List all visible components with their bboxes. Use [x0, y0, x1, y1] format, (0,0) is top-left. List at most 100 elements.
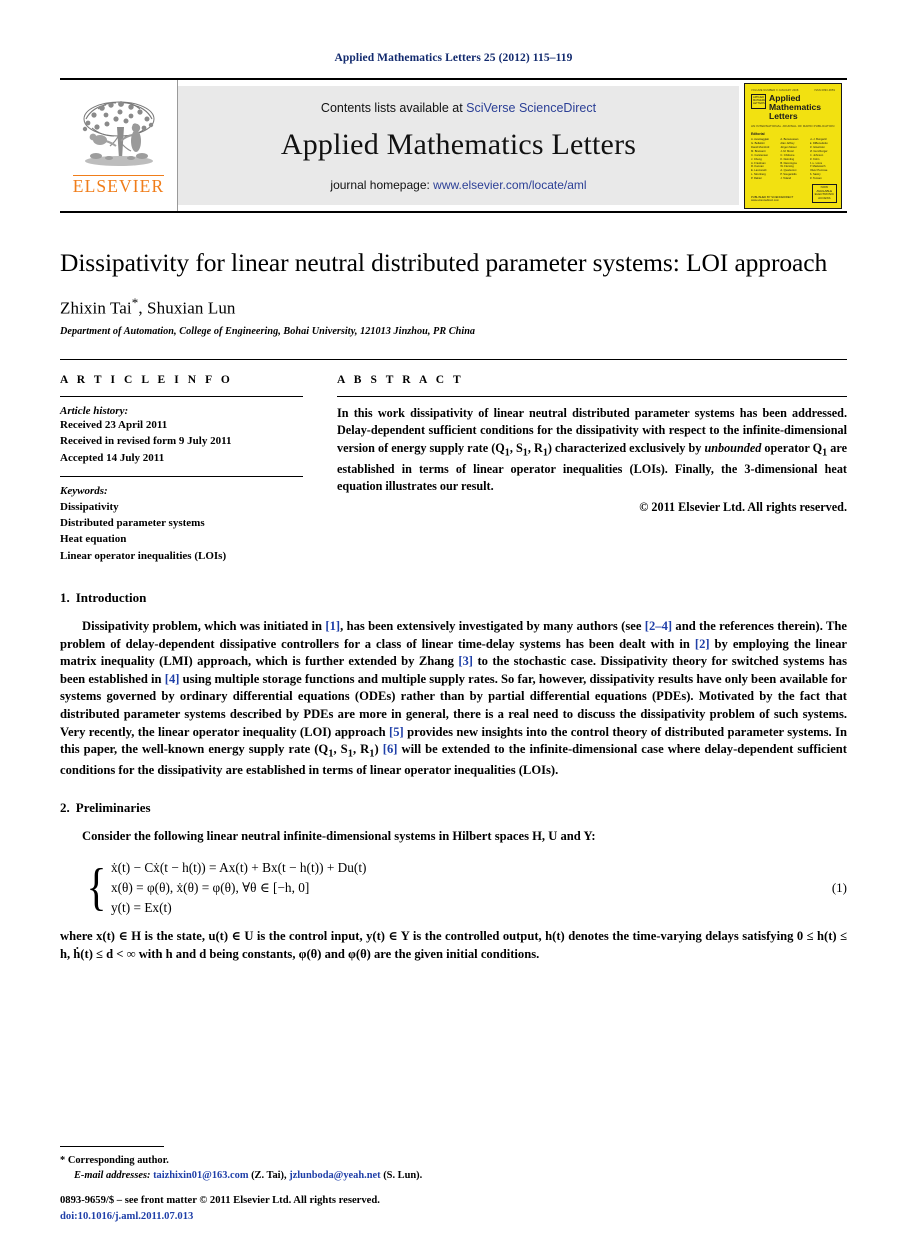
abstract-copyright: © 2011 Elsevier Ltd. All rights reserved…: [639, 499, 847, 514]
email-addresses-note: E-mail addresses: taizhixin01@163.com (Z…: [60, 1168, 580, 1184]
cover-journal-mark: APPLIED MATHEMATICS LETTERS: [751, 93, 766, 109]
cover-editor-name: P. Rabier: [751, 177, 762, 181]
keyword-item: Heat equation: [60, 533, 127, 546]
abstract-part3: , R: [527, 440, 543, 455]
journal-banner: Contents lists available at SciVerse Sci…: [178, 86, 739, 205]
section-number: 1.: [60, 589, 70, 605]
section-heading-introduction: 1. Introduction: [60, 590, 847, 606]
abstract-text: In this work dissipativity of linear neu…: [337, 405, 847, 496]
citation-1[interactable]: [1]: [325, 619, 340, 633]
abstract-italic-term: unbounded: [704, 440, 762, 455]
cover-issue-right: ISSN 0893-9659: [814, 88, 835, 92]
keyword-item: Distributed parameter systems: [60, 517, 205, 530]
footnote-block: * Corresponding author. E-mail addresses…: [60, 1145, 580, 1184]
homepage-prefix: journal homepage:: [330, 177, 434, 192]
elsevier-logo: ELSEVIER: [60, 80, 178, 211]
author-list: Zhixin Tai*, Shuxian Lun: [60, 295, 847, 319]
contents-prefix: Contents lists available at: [320, 100, 467, 115]
cover-editorial-label: Editorial: [751, 132, 765, 137]
divider: [60, 396, 303, 398]
article-history-title: Article history:: [60, 405, 129, 418]
journal-homepage-line: journal homepage: www.elsevier.com/locat…: [330, 178, 586, 192]
keywords-title: Keywords:: [60, 484, 108, 497]
cover-footer: PUBLISHED BY SCIENCEDIRECT www.sciencedi…: [751, 184, 837, 203]
author-rest: , Shuxian Lun: [138, 299, 236, 319]
journal-cover-thumbnail: VOLUME NUMBER X JANUARY 2008 ISSN 0893-9…: [739, 80, 847, 211]
abstract-part4: ) characterized exclusively by: [547, 440, 705, 455]
abstract-column: A B S T R A C T In this work dissipativi…: [337, 374, 847, 564]
journal-homepage-link[interactable]: www.elsevier.com/locate/aml: [433, 178, 586, 192]
citation-5[interactable]: [5]: [389, 725, 404, 739]
cover-footer-text: PUBLISHED BY SCIENCEDIRECT www.sciencedi…: [751, 195, 794, 203]
intro-text: ): [374, 742, 383, 757]
cover-subtitle: AN INTERNATIONAL JOURNAL OF RAPID PUBLIC…: [751, 124, 835, 129]
email-link-tai[interactable]: taizhixin01@163.com: [153, 1170, 248, 1181]
corresponding-author-text: Corresponding author.: [67, 1154, 169, 1166]
elsevier-wordmark: ELSEVIER: [72, 175, 165, 197]
cover-editor-columns: A. Avantaggiati G. Bellettini David Mumfor…: [751, 138, 835, 181]
keyword-item: Dissipativity: [60, 500, 119, 513]
article-history-item: Received 23 April 2011: [60, 419, 168, 432]
article-info-label: A R T I C L E I N F O: [60, 374, 233, 387]
email-link-lun[interactable]: jzlunboda@yeah.net: [289, 1170, 380, 1181]
intro-text: , has been extensively investigated by m…: [340, 618, 645, 633]
cover-editor-column: A. Avantaggiati G. Bellettini David Mumfor…: [751, 138, 776, 181]
abstract-label: A B S T R A C T: [337, 374, 464, 387]
footnote-star: *: [60, 1154, 66, 1166]
doi-line[interactable]: doi:10.1016/j.aml.2011.07.013: [60, 1209, 660, 1224]
divider: [337, 396, 847, 398]
email-owner-tai: (Z. Tai),: [251, 1170, 287, 1182]
cover-editor-name: R. Temam: [809, 177, 822, 181]
info-abstract-row: A R T I C L E I N F O Article history: R…: [60, 359, 847, 564]
cover-editor-column: A. Bensoussan Alan Jeffrey Jürgen Moser J.-…: [780, 138, 805, 181]
section-heading-preliminaries: 2. Preliminaries: [60, 800, 847, 816]
citation-2[interactable]: [2]: [695, 637, 710, 651]
author-first: Zhixin Tai: [60, 299, 132, 319]
citation-2-4[interactable]: [2–4]: [645, 619, 672, 633]
abstract-part2: , S: [509, 440, 523, 455]
intro-text: Dissipativity problem, which was initiat…: [82, 618, 326, 633]
footnote-divider: [60, 1145, 164, 1147]
paper-page: Applied Mathematics Letters 25 (2012) 11…: [0, 0, 907, 1238]
keywords-list: Dissipativity Distributed parameter syste…: [60, 499, 303, 564]
contents-available-line: Contents lists available at SciVerse Sci…: [321, 101, 596, 115]
where-paragraph: where x(t) ∈ H is the state, u(t) ∈ U is…: [60, 929, 847, 961]
cover-editor-name: J. Toland: [780, 177, 792, 181]
email-label: E-mail addresses:: [74, 1170, 151, 1182]
journal-title: Applied Mathematics Letters: [280, 127, 637, 161]
article-history-item: Received in revised form 9 July 2011: [60, 435, 232, 448]
section-title: Introduction: [75, 589, 147, 605]
article-info-column: A R T I C L E I N F O Article history: R…: [60, 374, 303, 564]
keyword-item: Linear operator inequalities (LOIs): [60, 549, 227, 562]
preliminaries-lead: Consider the following linear neutral in…: [82, 829, 596, 844]
section-number: 2.: [60, 800, 70, 816]
intro-text: , S: [333, 742, 348, 757]
email-owner-lun: (S. Lun).: [383, 1170, 423, 1182]
cover-access-badge: NOW AVAILABLE ELECTRONIC ACCESS: [811, 184, 837, 203]
equation-line-1: ẋ(t) − Cẋ(t − h(t)) = Ax(t) + Bx(t − h…: [110, 859, 367, 875]
citation-4[interactable]: [4]: [165, 672, 180, 686]
sciencedirect-link[interactable]: SciVerse ScienceDirect: [466, 101, 596, 115]
citation-3[interactable]: [3]: [458, 654, 473, 668]
cover-editor-column: H.-J. Bungartz E. DiBenedetto R. Glowinski…: [810, 138, 835, 181]
equation-1-block: { ẋ(t) − Cẋ(t − h(t)) = Ax(t) + Bx(t −…: [60, 858, 847, 919]
equation-line-3: y(t) = Ex(t): [110, 900, 172, 916]
cover-title-line3: Letters: [769, 110, 798, 121]
divider: [60, 475, 303, 477]
running-head: Applied Mathematics Letters 25 (2012) 11…: [334, 52, 573, 64]
journal-masthead: ELSEVIER Contents lists available at Sci…: [60, 78, 847, 213]
page-footer: 0893-9659/$ – see front matter © 2011 El…: [60, 1193, 660, 1224]
equation-lines: ẋ(t) − Cẋ(t − h(t)) = Ax(t) + Bx(t − h…: [111, 858, 366, 919]
cover-issue-left: VOLUME NUMBER X JANUARY 2008: [751, 88, 799, 92]
citation-6[interactable]: [6]: [383, 742, 398, 756]
cover-header: APPLIED MATHEMATICS LETTERS Applied Math…: [751, 93, 835, 122]
cover-badge-line3: ACCESS: [818, 195, 831, 200]
affiliation: Department of Automation, College of Eng…: [60, 326, 476, 338]
introduction-paragraph: Dissipativity problem, which was initiat…: [60, 618, 847, 780]
corresponding-author-note: * Corresponding author.: [60, 1153, 580, 1169]
elsevier-tree-icon: [82, 101, 154, 167]
article-history-item: Accepted 14 July 2011: [60, 451, 165, 464]
front-matter-line: 0893-9659/$ – see front matter © 2011 El…: [60, 1195, 380, 1207]
title-block: Dissipativity for linear neutral distrib…: [60, 247, 847, 337]
equation-line-2: x(θ) = φ(θ), ẋ(θ) = φ(θ), ∀θ ∈ [−h, 0]: [110, 879, 310, 895]
